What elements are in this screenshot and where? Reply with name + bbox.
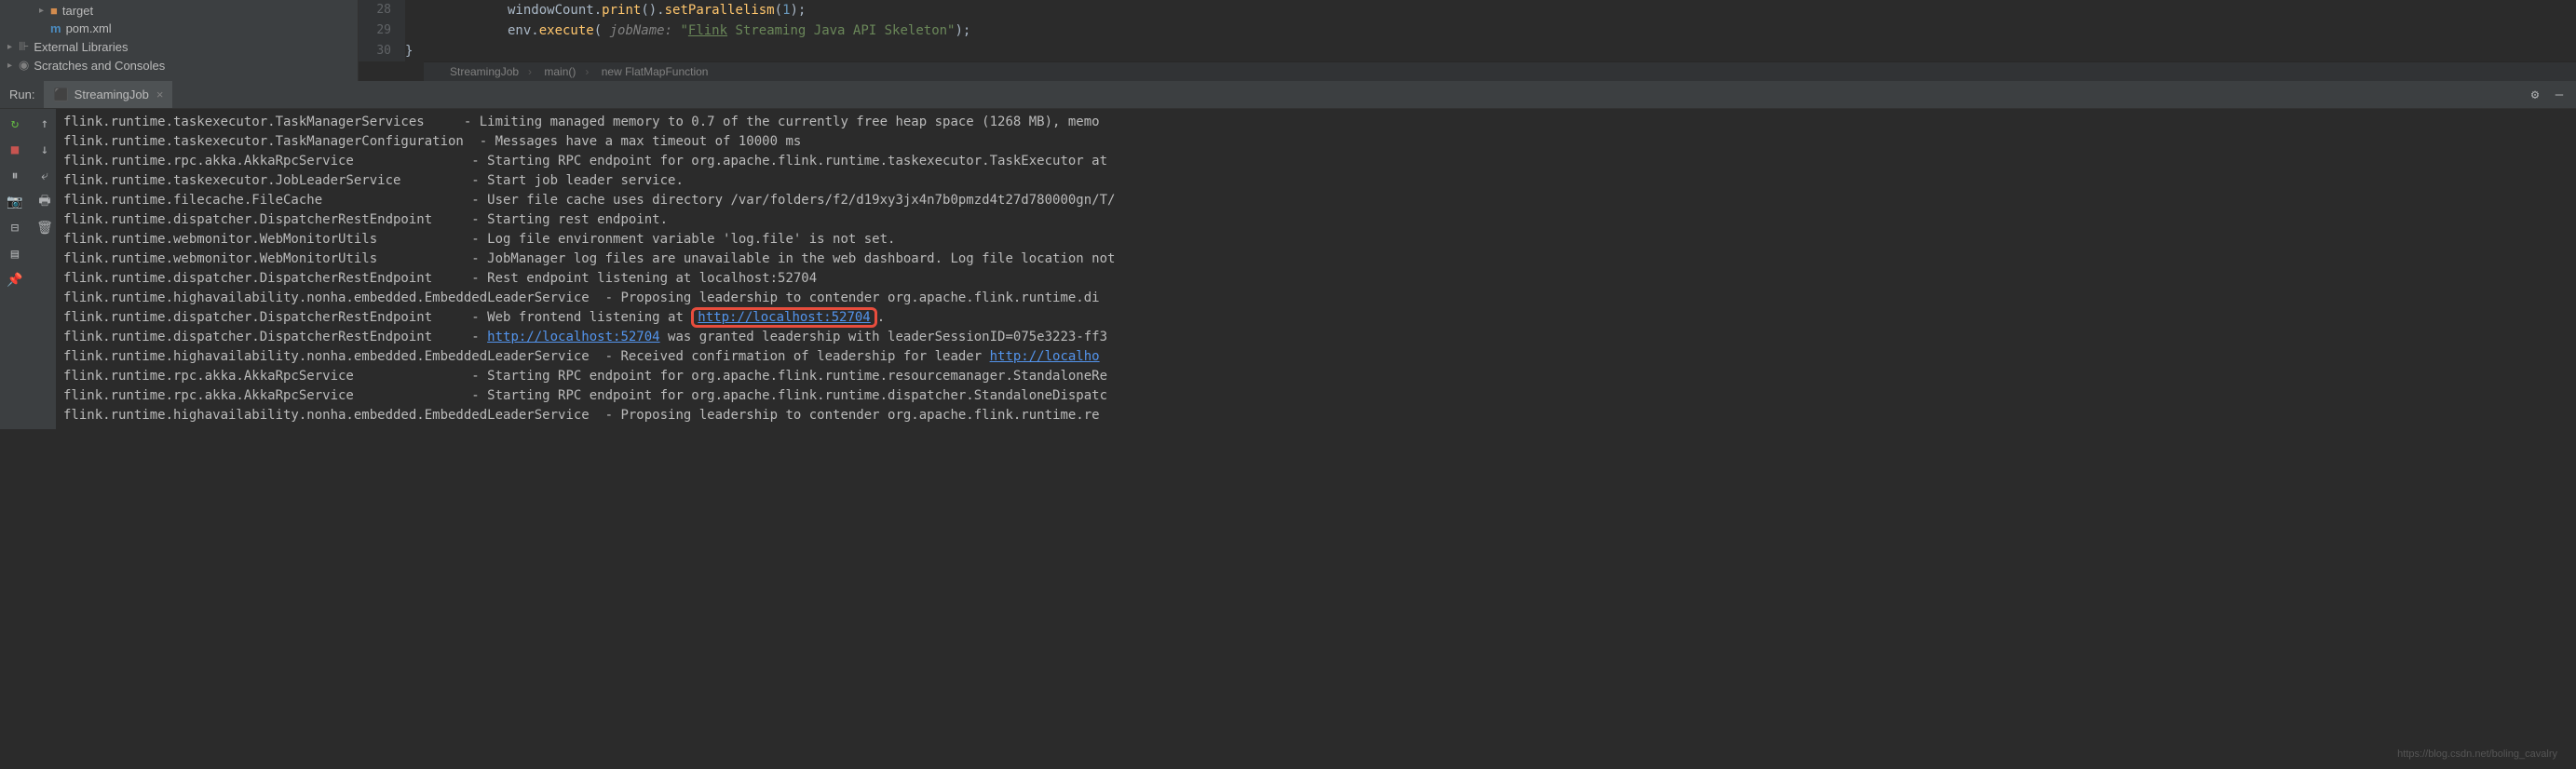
console-line: flink.runtime.webmonitor.WebMonitorUtils… — [63, 250, 2569, 269]
scratch-icon: ◉ — [19, 58, 29, 73]
tree-item-scratches[interactable]: ▸ ◉ Scratches and Consoles — [0, 56, 358, 74]
chevron-right-icon: ▸ — [7, 42, 19, 52]
run-config-icon: ⬛ — [53, 88, 68, 102]
run-tab-label: StreamingJob — [75, 88, 149, 101]
library-icon: ⊪ — [19, 39, 29, 54]
folder-icon: ■ — [50, 4, 58, 18]
editor-gutter: 28 29 30 — [359, 0, 405, 61]
watermark: https://blog.csdn.net/boling_cavalry — [2397, 749, 2557, 760]
wrap-icon[interactable]: ⤶ — [37, 169, 52, 183]
arrow-up-icon[interactable]: ↑ — [37, 116, 52, 131]
tree-item-external-libs[interactable]: ▸ ⊪ External Libraries — [0, 37, 358, 56]
console-line: flink.runtime.highavailability.nonha.emb… — [63, 347, 2569, 367]
breadcrumb[interactable]: StreamingJob› main()› new FlatMapFunctio… — [424, 61, 2576, 81]
run-panel-label: Run: — [0, 88, 44, 101]
tree-item-target[interactable]: ▸ ■ target — [0, 2, 358, 20]
run-toolbar: ↻ ■ ⏸ 📷 ⊟ ▤ 📌 ↑ ↓ ⤶ 🖶 🗑 — [0, 109, 56, 429]
breadcrumb-item[interactable]: StreamingJob — [442, 65, 526, 78]
pin-icon[interactable]: 📌 — [7, 273, 22, 288]
tree-item-pom[interactable]: m pom.xml — [0, 20, 358, 37]
console-line: flink.runtime.highavailability.nonha.emb… — [63, 289, 2569, 308]
console-output[interactable]: flink.runtime.taskexecutor.TaskManagerSe… — [56, 109, 2576, 429]
breadcrumb-item[interactable]: main() — [536, 65, 583, 78]
console-line: flink.runtime.dispatcher.DispatcherRestE… — [63, 269, 2569, 289]
tree-label: External Libraries — [34, 40, 128, 54]
console-line: flink.runtime.taskexecutor.JobLeaderServ… — [63, 171, 2569, 191]
console-line: flink.runtime.taskexecutor.TaskManagerSe… — [63, 113, 2569, 132]
print-icon[interactable]: 🖶 — [37, 195, 52, 209]
console-line: flink.runtime.dispatcher.DispatcherRestE… — [63, 210, 2569, 230]
close-icon[interactable]: × — [156, 88, 164, 101]
minimize-icon[interactable]: — — [2552, 88, 2567, 102]
tree-label: Scratches and Consoles — [34, 59, 165, 73]
camera-icon[interactable]: 📷 — [7, 195, 22, 209]
run-tab-streamingjob[interactable]: ⬛ StreamingJob × — [44, 81, 172, 108]
url-link[interactable]: http://localho — [990, 349, 1100, 364]
url-link[interactable]: http://localhost:52704 — [487, 330, 659, 344]
breadcrumb-item[interactable]: new FlatMapFunction — [594, 65, 716, 78]
url-link[interactable]: http://localhost:52704 — [698, 310, 870, 325]
tree-label: pom.xml — [66, 21, 112, 35]
code-editor[interactable]: 28 29 30 windowCount.print().setParallel… — [359, 0, 2576, 81]
console-line: flink.runtime.filecache.FileCache - User… — [63, 191, 2569, 210]
code-content[interactable]: windowCount.print().setParallelism(1);en… — [405, 0, 2576, 61]
chevron-right-icon: ▸ — [39, 6, 50, 16]
console-line: flink.runtime.rpc.akka.AkkaRpcService - … — [63, 386, 2569, 406]
run-tab-bar: Run: ⬛ StreamingJob × ⚙ — — [0, 81, 2576, 109]
arrow-down-icon[interactable]: ↓ — [37, 142, 52, 157]
console-line: flink.runtime.dispatcher.DispatcherRestE… — [63, 328, 2569, 347]
tree-label: target — [62, 4, 93, 18]
console-line: flink.runtime.webmonitor.WebMonitorUtils… — [63, 230, 2569, 250]
maven-icon: m — [50, 21, 61, 35]
pause-icon[interactable]: ⏸ — [7, 169, 22, 183]
delete-icon[interactable]: 🗑 — [37, 221, 52, 236]
project-tree: ▸ ■ target m pom.xml ▸ ⊪ External Librar… — [0, 0, 359, 81]
exit-icon[interactable]: ⊟ — [7, 221, 22, 236]
console-line: flink.runtime.rpc.akka.AkkaRpcService - … — [63, 367, 2569, 386]
rerun-icon[interactable]: ↻ — [7, 116, 22, 131]
console-line: flink.runtime.taskexecutor.TaskManagerCo… — [63, 132, 2569, 152]
console-line: flink.runtime.rpc.akka.AkkaRpcService - … — [63, 152, 2569, 171]
stop-icon[interactable]: ■ — [7, 142, 22, 157]
console-line: flink.runtime.dispatcher.DispatcherRestE… — [63, 308, 2569, 328]
console-line: flink.runtime.highavailability.nonha.emb… — [63, 406, 2569, 425]
gear-icon[interactable]: ⚙ — [2528, 88, 2542, 102]
chevron-right-icon: ▸ — [7, 61, 19, 71]
layout-icon[interactable]: ▤ — [7, 247, 22, 262]
